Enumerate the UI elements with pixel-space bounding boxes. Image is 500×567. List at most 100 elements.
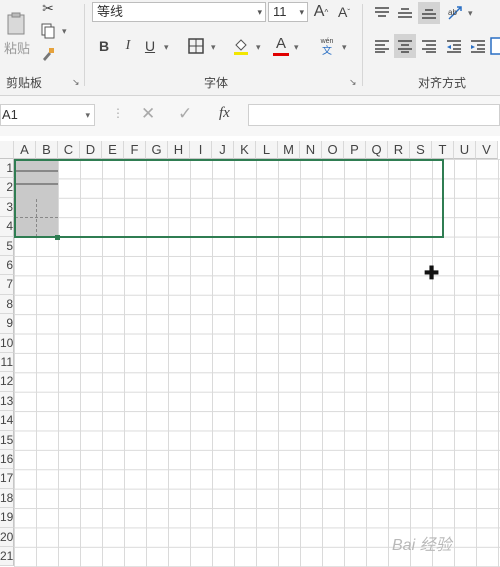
clipboard-group-label: 剪贴板 <box>6 76 43 90</box>
row-header[interactable]: 4 <box>0 217 14 237</box>
increase-font-button[interactable]: A ^ <box>311 2 331 22</box>
column-header[interactable]: A <box>14 141 36 159</box>
column-header[interactable]: R <box>388 141 410 159</box>
row-header[interactable]: 20 <box>0 527 14 547</box>
fill-handle[interactable] <box>55 235 60 240</box>
column-header[interactable]: H <box>168 141 190 159</box>
insert-function-button[interactable]: fx <box>219 105 230 122</box>
underline-button[interactable]: U <box>142 36 158 56</box>
name-box[interactable]: A1 ▾ <box>0 104 95 126</box>
align-bottom-icon <box>422 9 436 19</box>
row-header[interactable]: 6 <box>0 256 14 276</box>
column-header[interactable]: T <box>432 141 454 159</box>
align-center-button[interactable] <box>394 34 416 58</box>
column-header[interactable]: D <box>80 141 102 159</box>
underline-dropdown-icon[interactable]: ▾ <box>164 42 169 53</box>
row-header[interactable]: 1 <box>0 159 14 179</box>
select-all-corner[interactable] <box>0 141 14 159</box>
column-header[interactable]: Q <box>366 141 388 159</box>
format-painter-button[interactable] <box>38 44 58 64</box>
phonetic-button[interactable]: wén 文 <box>316 36 338 58</box>
row-header[interactable]: 7 <box>0 275 14 295</box>
column-header[interactable]: I <box>190 141 212 159</box>
cancel-icon[interactable]: ✕ <box>141 104 155 124</box>
column-header[interactable]: U <box>454 141 476 159</box>
paste-button[interactable]: 粘贴 <box>0 4 34 64</box>
worksheet-grid[interactable]: ABCDEFGHIJKLMNOPQRSTUV 1 2 3 4 5 6 7 8 9 10 11 12 13… <box>0 141 500 567</box>
row-header[interactable]: 18 <box>0 488 14 509</box>
fill-color-dropdown-icon[interactable]: ▾ <box>256 42 261 53</box>
formula-input[interactable] <box>248 104 500 126</box>
row-header[interactable]: 16 <box>0 450 14 470</box>
orientation-button[interactable]: ab <box>444 2 466 24</box>
font-size-combo[interactable]: 11 ▾ <box>268 2 308 22</box>
caret-up-icon: ^ <box>324 7 329 17</box>
column-header[interactable]: V <box>476 141 498 159</box>
decrease-indent-button[interactable] <box>444 36 464 56</box>
row-header[interactable]: 21 <box>0 547 14 567</box>
name-box-dropdown-icon[interactable]: ▾ <box>85 105 90 125</box>
font-name-combo[interactable]: 等线 ▾ <box>92 2 266 22</box>
enter-icon[interactable]: ✓ <box>178 104 192 124</box>
font-color-button[interactable]: A <box>272 34 290 58</box>
column-header[interactable]: C <box>58 141 80 159</box>
font-color-dropdown-icon[interactable]: ▾ <box>294 42 299 53</box>
column-header[interactable]: J <box>212 141 234 159</box>
column-header[interactable]: F <box>124 141 146 159</box>
column-header[interactable]: K <box>234 141 256 159</box>
font-size-dropdown-icon[interactable]: ▾ <box>299 3 304 21</box>
phonetic-bottom-label: 文 <box>322 45 332 57</box>
borders-dropdown-icon[interactable]: ▾ <box>211 42 216 53</box>
column-header[interactable]: N <box>300 141 322 159</box>
copy-dropdown-icon[interactable]: ▾ <box>62 26 67 37</box>
orientation-dropdown-icon[interactable]: ▾ <box>468 8 473 19</box>
increase-indent-button[interactable] <box>468 36 488 56</box>
row-header[interactable]: 12 <box>0 372 14 392</box>
bold-button[interactable]: B <box>96 36 112 56</box>
row-header[interactable]: 9 <box>0 314 14 334</box>
copy-button[interactable] <box>38 22 58 40</box>
row-header[interactable]: 14 <box>0 411 14 431</box>
phonetic-dropdown-icon[interactable]: ▾ <box>342 42 347 53</box>
font-name-dropdown-icon[interactable]: ▾ <box>257 3 262 21</box>
align-middle-button[interactable] <box>395 4 415 22</box>
underline-label: U <box>144 38 156 54</box>
row-header[interactable]: 11 <box>0 353 14 373</box>
row-header[interactable]: 17 <box>0 469 14 489</box>
caret-down-icon: ˇ <box>347 7 350 17</box>
column-header[interactable]: B <box>36 141 58 159</box>
column-header[interactable]: S <box>410 141 432 159</box>
column-header[interactable]: P <box>344 141 366 159</box>
row-header[interactable]: 15 <box>0 430 14 450</box>
column-header[interactable]: M <box>278 141 300 159</box>
fill-color-button[interactable] <box>230 36 252 56</box>
merge-center-button[interactable] <box>490 34 500 58</box>
watermark: Bai 经验 <box>392 537 452 554</box>
italic-button[interactable]: I <box>120 36 136 56</box>
align-bottom-button[interactable] <box>418 2 440 24</box>
italic-label: I <box>125 38 131 53</box>
row-header[interactable]: 13 <box>0 391 14 412</box>
row-header[interactable]: 3 <box>0 197 14 218</box>
row-header[interactable]: 8 <box>0 294 14 315</box>
align-right-button[interactable] <box>419 36 439 56</box>
column-header[interactable]: E <box>102 141 124 159</box>
column-header[interactable]: L <box>256 141 278 159</box>
clipboard-launcher-icon[interactable]: ↘ <box>72 77 80 88</box>
column-header[interactable]: O <box>322 141 344 159</box>
drag-handle-icon[interactable]: ⋮ <box>112 106 124 120</box>
cut-button[interactable]: ✂ <box>38 0 58 16</box>
borders-icon <box>188 38 204 54</box>
svg-text:ab: ab <box>448 8 457 17</box>
row-header[interactable]: 2 <box>0 178 14 198</box>
column-header[interactable]: G <box>146 141 168 159</box>
decrease-font-button[interactable]: Aˇ <box>334 2 354 22</box>
align-top-button[interactable] <box>372 4 392 22</box>
row-header[interactable]: 19 <box>0 508 14 528</box>
ribbon: 粘贴 ✂ ▾ 剪贴板 ↘ 等线 ▾ 11 ▾ A ^ Aˇ B I U ▾ ▾ ▾ <box>0 0 500 96</box>
row-header[interactable]: 5 <box>0 236 14 256</box>
font-launcher-icon[interactable]: ↘ <box>349 77 357 88</box>
row-header[interactable]: 10 <box>0 333 14 353</box>
align-left-button[interactable] <box>372 36 392 56</box>
borders-button[interactable] <box>185 36 207 56</box>
